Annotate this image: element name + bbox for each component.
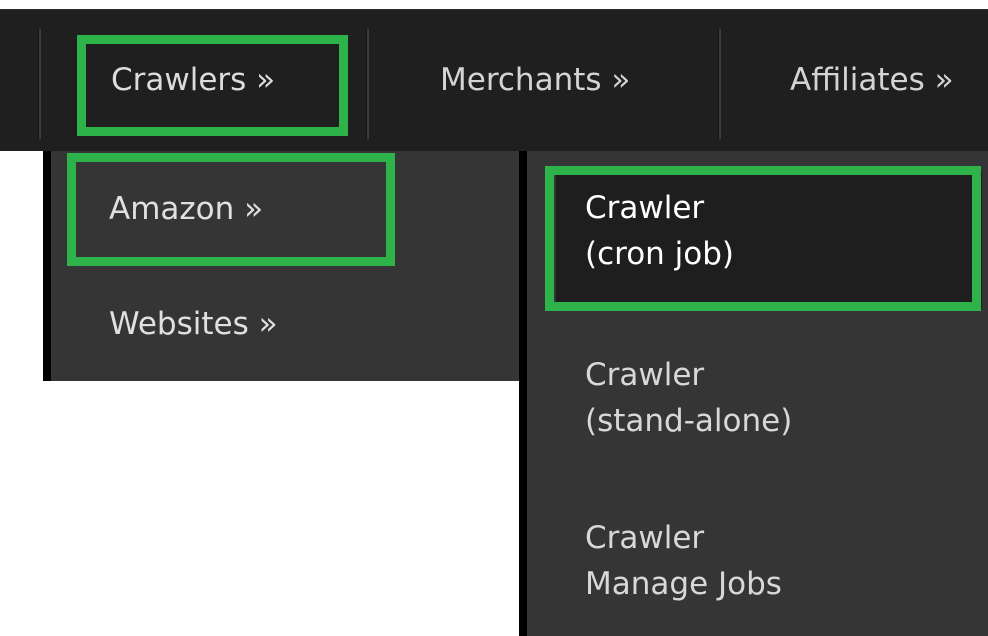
menu-item-line1: Crawler	[585, 357, 705, 393]
submenu-item-crawler-stand-alone[interactable]: Crawler (stand-alone)	[585, 352, 792, 444]
menu-item-line2: (cron job)	[585, 236, 735, 272]
crawlers-submenu: Amazon » Websites »	[43, 151, 520, 381]
nav-item-affiliates[interactable]: Affiliates »	[790, 9, 954, 151]
nav-item-merchants[interactable]: Merchants »	[440, 9, 630, 151]
nav-item-crawlers[interactable]: Crawlers »	[111, 9, 275, 151]
nav-divider	[38, 29, 41, 139]
menu-item-line1: Crawler	[585, 520, 705, 556]
main-nav: Crawlers » Merchants » Affiliates »	[0, 9, 988, 151]
nav-divider	[718, 29, 721, 139]
amazon-submenu: Crawler (cron job) Crawler (stand-alone)…	[519, 151, 988, 636]
top-margin	[0, 0, 988, 9]
submenu-item-websites[interactable]: Websites »	[109, 306, 278, 342]
menu-item-line1: Crawler	[585, 190, 705, 226]
submenu-item-crawler-manage-jobs[interactable]: Crawler Manage Jobs	[585, 515, 782, 607]
menu-item-line2: Manage Jobs	[585, 566, 782, 602]
nav-divider	[366, 29, 369, 139]
submenu-item-crawler-cron-job[interactable]: Crawler (cron job)	[585, 185, 734, 277]
menu-item-line2: (stand-alone)	[585, 403, 793, 439]
submenu-item-amazon[interactable]: Amazon »	[109, 191, 263, 227]
